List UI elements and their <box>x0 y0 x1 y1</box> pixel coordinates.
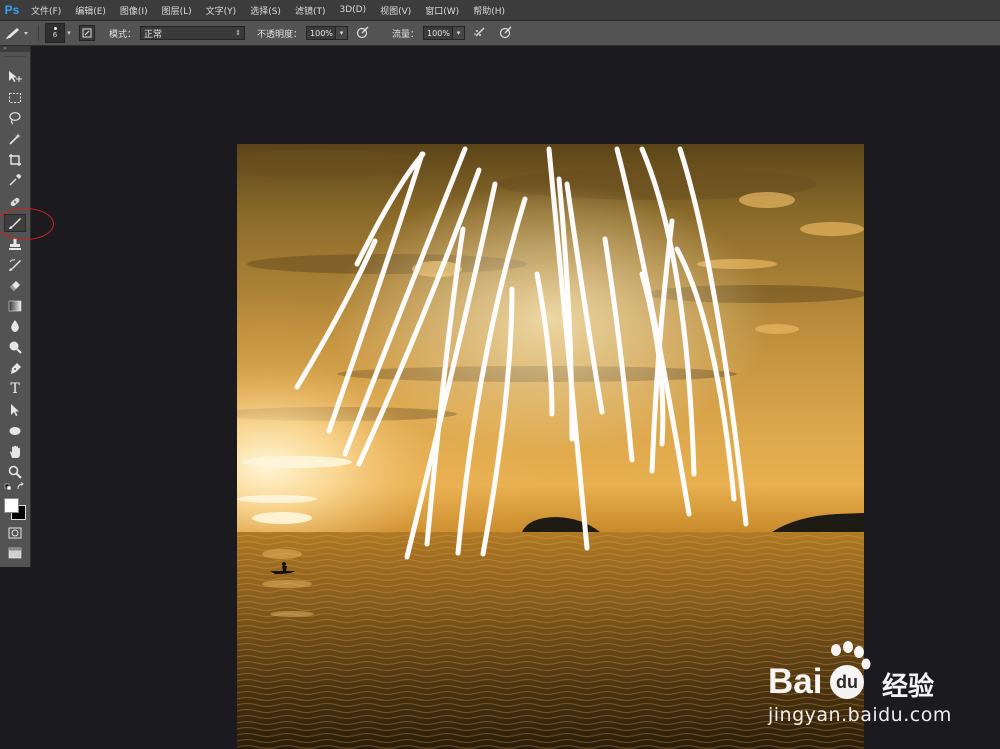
brush-tool-highlight-circle <box>0 208 54 240</box>
brush-size-preview[interactable]: 6 <box>45 23 65 43</box>
eraser-icon <box>10 281 20 291</box>
magnifier-icon <box>8 465 22 479</box>
menu-filter[interactable]: 滤镜(T) <box>288 4 333 17</box>
move-icon <box>9 71 22 82</box>
mode-label: 模式： <box>109 29 137 40</box>
eyedropper-tool[interactable] <box>4 171 26 189</box>
separator <box>38 25 39 41</box>
pen-nib-icon <box>11 363 21 374</box>
foreground-color-swatch[interactable] <box>4 498 19 513</box>
brush-preset-icon <box>6 28 28 39</box>
tool-preset-picker[interactable] <box>0 22 34 44</box>
watermark-brand-cn: 经验 <box>882 672 935 702</box>
pen-tool[interactable] <box>4 360 26 378</box>
menu-file[interactable]: 文件(F) <box>24 4 68 17</box>
brush-size-value: 6 <box>52 31 58 39</box>
airbrush-icon <box>474 27 485 36</box>
chevron-down-icon: ▾ <box>339 29 344 37</box>
crop-tool[interactable] <box>4 151 26 169</box>
move-tool[interactable] <box>4 68 26 86</box>
hand-tool[interactable] <box>4 443 26 461</box>
magic-wand-tool[interactable] <box>4 130 26 148</box>
menu-image[interactable]: 图像(I) <box>113 4 155 17</box>
eyedropper-icon <box>9 174 21 186</box>
marquee-tool[interactable] <box>4 89 26 107</box>
menu-window[interactable]: 窗口(W) <box>418 4 466 17</box>
watermark-url: jingyan.baidu.com <box>768 704 952 726</box>
tools-panel: » T <box>0 46 31 567</box>
gradient-icon <box>8 300 22 312</box>
history-brush-tool[interactable] <box>4 256 26 274</box>
path-arrow-icon <box>11 404 19 416</box>
magic-wand-icon <box>9 133 21 145</box>
flow-input[interactable]: 100% <box>423 26 454 40</box>
bandage-icon <box>10 197 20 207</box>
mode-value: 正常 <box>144 29 163 40</box>
default-colors[interactable] <box>4 481 26 493</box>
lasso-icon <box>9 112 21 125</box>
brush-tip-icon <box>53 27 57 30</box>
menu-select[interactable]: 选择(S) <box>243 4 288 17</box>
hand-icon <box>10 445 20 458</box>
options-bar: 6 ▾ 模式： 正常 ⇕ 不透明度： 100% ▾ 流量： 100% ▾ <box>0 21 1000 46</box>
dodge-icon <box>9 341 22 354</box>
tablet-pressure-size-icon <box>499 26 512 38</box>
menu-type[interactable]: 文字(Y) <box>199 4 244 17</box>
crop-icon <box>9 154 21 166</box>
mode-select[interactable]: 正常 ⇕ <box>140 26 246 40</box>
path-selection-tool[interactable] <box>4 401 26 419</box>
photoshop-logo: Ps <box>4 3 20 17</box>
quick-mask-icon <box>8 527 22 539</box>
flow-slider-button[interactable]: ▾ <box>453 26 466 40</box>
pressure-size-button[interactable] <box>499 25 513 42</box>
swap-colors-icon <box>4 482 24 491</box>
menu-help[interactable]: 帮助(H) <box>466 4 512 17</box>
menu-view[interactable]: 视图(V) <box>373 4 418 17</box>
chevron-down-icon: ▾ <box>456 29 461 37</box>
menu-bar: Ps 文件(F) 编辑(E) 图像(I) 图层(L) 文字(Y) 选择(S) 滤… <box>0 0 1000 21</box>
zoom-tool[interactable] <box>4 463 26 481</box>
menu-edit[interactable]: 编辑(E) <box>68 4 113 17</box>
opacity-input[interactable]: 100% <box>306 26 337 40</box>
panel-grip[interactable] <box>4 52 26 57</box>
quick-mask[interactable] <box>4 524 26 542</box>
airbrush-button[interactable] <box>473 25 487 42</box>
brush-picker-arrow-icon[interactable]: ▾ <box>65 29 73 37</box>
flow-label: 流量： <box>392 29 420 40</box>
tablet-pressure-icon <box>356 26 369 38</box>
eraser-tool[interactable] <box>4 276 26 294</box>
screen-mode-icon <box>8 547 22 559</box>
water-drop-icon <box>11 320 19 332</box>
type-tool[interactable]: T <box>4 380 26 398</box>
baidu-paw-du-icon: du <box>830 665 864 699</box>
updown-arrows-icon: ⇕ <box>235 29 242 37</box>
gradient-tool[interactable] <box>4 297 26 315</box>
watermark-brand: Bai <box>768 662 823 701</box>
screen-mode[interactable] <box>4 544 26 562</box>
brush-panel-icon <box>82 28 92 38</box>
menu-layer[interactable]: 图层(L) <box>155 4 199 17</box>
opacity-slider-button[interactable]: ▾ <box>336 26 349 40</box>
pressure-opacity-button[interactable] <box>356 25 370 42</box>
menu-3d[interactable]: 3D(D) <box>332 5 373 15</box>
lasso-tool[interactable] <box>4 109 26 127</box>
dodge-tool[interactable] <box>4 338 26 356</box>
brush-panel-toggle-button[interactable] <box>79 25 95 41</box>
ellipse-tool[interactable] <box>4 422 26 440</box>
opacity-label: 不透明度： <box>257 29 303 40</box>
ellipse-icon <box>9 427 21 435</box>
blur-tool[interactable] <box>4 317 26 335</box>
rectangle-marquee-icon <box>9 93 21 103</box>
history-brush-icon <box>9 259 21 271</box>
